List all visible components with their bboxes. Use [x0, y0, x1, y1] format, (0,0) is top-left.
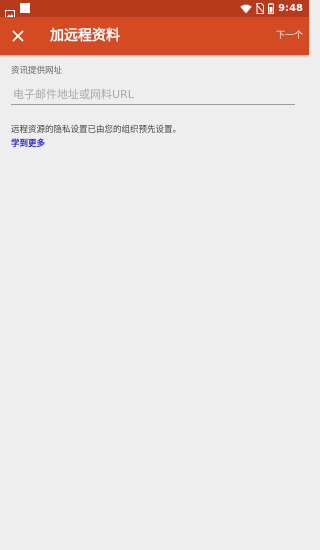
- next-button[interactable]: 下一个: [276, 29, 303, 43]
- status-right-icons: 9:48: [240, 2, 303, 15]
- url-field-label: 资讯提供网址: [11, 66, 63, 76]
- status-left-icons: [5, 3, 30, 19]
- close-button[interactable]: [8, 26, 28, 46]
- close-icon: [12, 30, 24, 42]
- screen: 9:48 加远程资料 下一个 资讯提供网址 远程资源的隐私设置已由您的组织预先设…: [0, 0, 309, 550]
- wifi-icon: [240, 0, 252, 18]
- app-bar: 加远程资料 下一个: [0, 17, 309, 55]
- url-input[interactable]: [11, 85, 295, 105]
- page-title: 加远程资料: [50, 28, 120, 44]
- no-sim-icon: [255, 0, 265, 18]
- privacy-notice: 远程资源的隐私设置已由您的组织预先设置。: [11, 125, 182, 135]
- status-time: 9:48: [278, 3, 303, 14]
- learn-more-link[interactable]: 学到更多: [11, 138, 45, 150]
- battery-icon: [268, 0, 275, 18]
- status-bar: 9:48: [0, 0, 309, 19]
- square-notification-icon: [20, 3, 30, 13]
- image-notification-icon: [5, 4, 15, 19]
